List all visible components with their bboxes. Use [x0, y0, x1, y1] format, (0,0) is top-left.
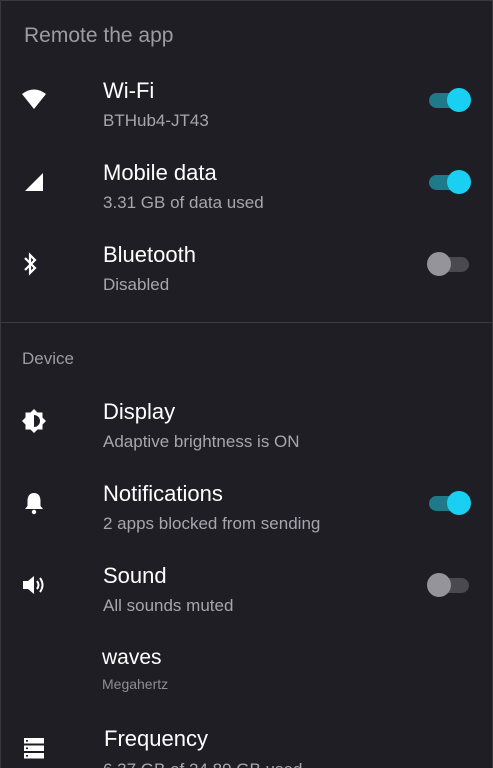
sound-toggle[interactable]: [427, 572, 471, 598]
settings-row-subtitle: 3.31 GB of data used: [103, 193, 264, 212]
mobile-data-toggle[interactable]: [427, 169, 471, 195]
wifi-icon: [18, 84, 50, 116]
bluetooth-toggle[interactable]: [427, 251, 471, 277]
settings-row-subtitle: Adaptive brightness is ON: [103, 432, 300, 451]
settings-row-wifi[interactable]: Wi-Fi BTHub4-JT43: [0, 78, 493, 148]
toggle-thumb: [447, 88, 471, 112]
settings-row-waves[interactable]: waves Megahertz: [0, 646, 493, 716]
section-header-device: Device: [22, 349, 74, 368]
bell-icon: [18, 487, 50, 519]
settings-row-subtitle: Megahertz: [102, 676, 169, 692]
settings-row-title: Wi-Fi: [103, 78, 155, 103]
bluetooth-icon: [14, 248, 46, 280]
settings-row-title: Display: [103, 399, 176, 424]
settings-row-subtitle: 2 apps blocked from sending: [103, 514, 321, 533]
settings-row-notifications[interactable]: Notifications 2 apps blocked from sendin…: [0, 481, 493, 551]
toggle-thumb: [447, 170, 471, 194]
settings-row-title: Sound: [103, 563, 167, 588]
toggle-thumb: [427, 573, 451, 597]
settings-row-display[interactable]: Display Adaptive brightness is ON: [0, 399, 493, 469]
settings-row-title: Mobile data: [103, 160, 217, 185]
settings-row-sound[interactable]: Sound All sounds muted: [0, 563, 493, 633]
settings-row-title: Notifications: [103, 481, 223, 506]
storage-icon: [18, 732, 50, 764]
speaker-icon: [18, 569, 50, 601]
section-divider: [0, 322, 493, 323]
signal-icon: [18, 166, 50, 198]
settings-row-subtitle: All sounds muted: [103, 596, 234, 615]
brightness-icon: [18, 405, 50, 437]
settings-row-title: waves: [102, 646, 162, 669]
settings-row-title: Bluetooth: [103, 242, 196, 267]
wifi-toggle[interactable]: [427, 87, 471, 113]
settings-row-subtitle: BTHub4-JT43: [103, 111, 209, 130]
toggle-thumb: [427, 252, 451, 276]
settings-row-mobile-data[interactable]: Mobile data 3.31 GB of data used: [0, 160, 493, 230]
notifications-toggle[interactable]: [427, 490, 471, 516]
settings-row-title: Frequency: [104, 726, 208, 751]
settings-row-frequency[interactable]: Frequency 6.37 GB of 24.89 GB used: [0, 726, 493, 768]
settings-row-subtitle: 6.37 GB of 24.89 GB used: [103, 760, 302, 768]
settings-row-subtitle: Disabled: [103, 275, 170, 294]
section-header-remote: Remote the app: [24, 24, 174, 47]
toggle-thumb: [447, 491, 471, 515]
settings-row-bluetooth[interactable]: Bluetooth Disabled: [0, 242, 493, 312]
